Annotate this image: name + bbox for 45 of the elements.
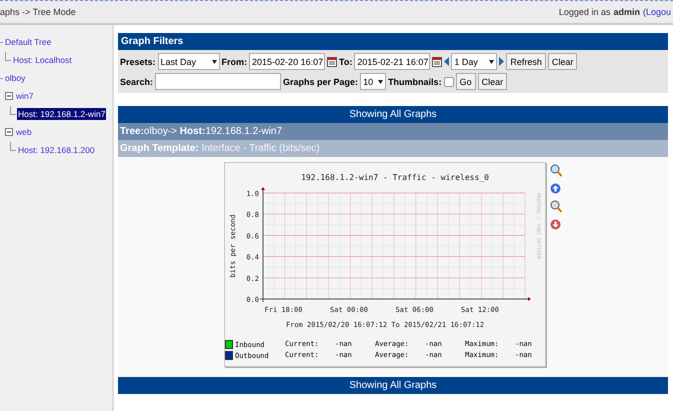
tree-item[interactable]: olboy — [4, 72, 26, 84]
tree-item[interactable]: Host: Localhost — [12, 54, 73, 66]
presets-dropdown[interactable]: Last Day — [158, 53, 220, 70]
field-label: Presets: — [120, 56, 156, 66]
graph-template: Graph Template: Interface - Traffic (bits/sec) — [118, 140, 668, 157]
timespan-dropdown[interactable]: 1 Day — [451, 53, 498, 70]
zoom-icon[interactable] — [550, 164, 562, 177]
username: admin — [613, 7, 640, 17]
section-header: Graph Filters — [118, 33, 668, 50]
logout-link[interactable]: (Logou — [642, 7, 671, 17]
thumbnails-checkbox[interactable] — [444, 76, 454, 86]
download-icon[interactable] — [550, 219, 561, 230]
tree-item[interactable]: Default Tree — [4, 36, 52, 48]
to-field[interactable]: 2015-02-21 16:07 — [354, 53, 430, 70]
calendar-icon[interactable] — [432, 56, 442, 66]
field-label: To: — [339, 56, 352, 66]
filter-button[interactable]: Go — [456, 73, 476, 90]
collapse-icon[interactable] — [5, 92, 13, 100]
from-field[interactable]: 2015-02-20 16:07 — [249, 53, 326, 70]
per-page-dropdown[interactable]: 10 — [360, 73, 386, 90]
dropdown-arrow-icon — [489, 60, 494, 64]
tree-item[interactable]: Host: 192.168.1.200 — [17, 144, 96, 156]
login-text: Logged in as — [558, 7, 610, 17]
breadcrumb: aphs -> Tree Mode — [0, 7, 76, 17]
filter-button[interactable]: Clear — [548, 53, 578, 70]
field-label: From: — [222, 56, 248, 66]
filter-button[interactable]: Clear — [478, 73, 508, 90]
dropdown-arrow-icon — [378, 80, 384, 84]
zoom-out-icon[interactable] — [550, 200, 562, 213]
filter-button[interactable]: Refresh — [506, 53, 546, 70]
dropdown-arrow-icon — [212, 60, 217, 64]
search-field[interactable] — [155, 73, 282, 90]
field-label: Graphs per Page: — [283, 76, 358, 86]
field-label: Search: — [120, 76, 154, 86]
section-header: Showing All Graphs — [118, 106, 668, 123]
tree-item[interactable]: Host: 192.168.1.2-win7 — [17, 108, 106, 120]
tree-item[interactable]: web — [15, 126, 33, 138]
tree-item[interactable]: win7 — [15, 90, 34, 102]
tree-path: Tree:olboy-> Host:192.168.1.2-win7 — [118, 123, 668, 140]
upload-icon[interactable] — [550, 183, 561, 194]
section-header: Showing All Graphs — [118, 377, 668, 394]
chart-title: 192.168.1.2-win7 - Traffic - wireless_0 — [301, 173, 489, 182]
calendar-icon[interactable] — [327, 56, 338, 66]
collapse-icon[interactable] — [5, 128, 13, 136]
field-label: Thumbnails: — [388, 76, 442, 86]
